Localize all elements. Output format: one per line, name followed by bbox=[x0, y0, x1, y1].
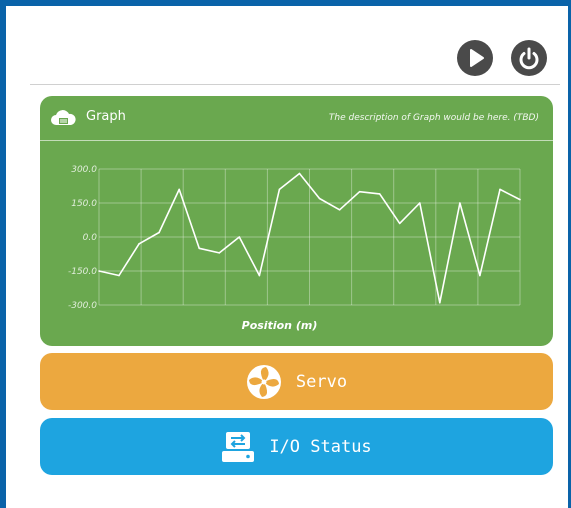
top-toolbar bbox=[30, 28, 560, 85]
data-point bbox=[298, 172, 301, 175]
io-status-label: I/O Status bbox=[269, 436, 372, 457]
data-point bbox=[98, 270, 100, 272]
graph-header: Graph The description of Graph would be … bbox=[40, 96, 553, 141]
play-icon bbox=[470, 49, 484, 67]
data-point bbox=[459, 202, 461, 204]
y-tick-label: 300.0 bbox=[71, 165, 97, 175]
io-status-button[interactable]: I/O Status bbox=[40, 418, 553, 475]
data-point bbox=[519, 198, 521, 201]
servo-label: Servo bbox=[295, 371, 348, 392]
data-point bbox=[238, 236, 241, 238]
data-point bbox=[138, 243, 140, 245]
data-point bbox=[439, 301, 441, 304]
play-button[interactable] bbox=[457, 40, 493, 76]
power-icon bbox=[519, 47, 539, 70]
data-point bbox=[338, 209, 341, 211]
line-chart: 300.0 150.0 0.0 -150.0 -300.0 Position (m) bbox=[68, 165, 521, 332]
data-point bbox=[158, 231, 160, 234]
y-tick-label: 0.0 bbox=[83, 233, 98, 243]
data-point bbox=[479, 274, 481, 277]
y-tick-label: -300.0 bbox=[68, 301, 97, 311]
graph-description: The description of Graph would be here. … bbox=[328, 113, 539, 123]
drive-transfer-icon bbox=[222, 431, 255, 462]
data-point bbox=[198, 247, 201, 250]
x-axis-label: Position (m) bbox=[242, 319, 318, 332]
cloud-icon bbox=[51, 110, 76, 125]
data-point bbox=[218, 252, 221, 254]
data-point bbox=[118, 274, 120, 277]
data-point bbox=[418, 202, 421, 204]
y-tick-label: -150.0 bbox=[68, 267, 97, 277]
data-point bbox=[278, 188, 281, 191]
power-button[interactable] bbox=[511, 40, 547, 76]
y-tick-label: 150.0 bbox=[71, 199, 97, 209]
graph-title: Graph bbox=[86, 109, 126, 124]
data-point bbox=[398, 222, 401, 225]
fan-icon bbox=[246, 364, 281, 399]
data-point bbox=[258, 274, 261, 277]
data-point bbox=[499, 188, 501, 191]
servo-button[interactable]: Servo bbox=[40, 353, 553, 410]
data-point bbox=[358, 190, 361, 193]
data-point bbox=[378, 193, 381, 195]
data-point bbox=[178, 188, 180, 191]
graph-panel: Graph The description of Graph would be … bbox=[40, 96, 553, 346]
data-point bbox=[318, 197, 321, 200]
